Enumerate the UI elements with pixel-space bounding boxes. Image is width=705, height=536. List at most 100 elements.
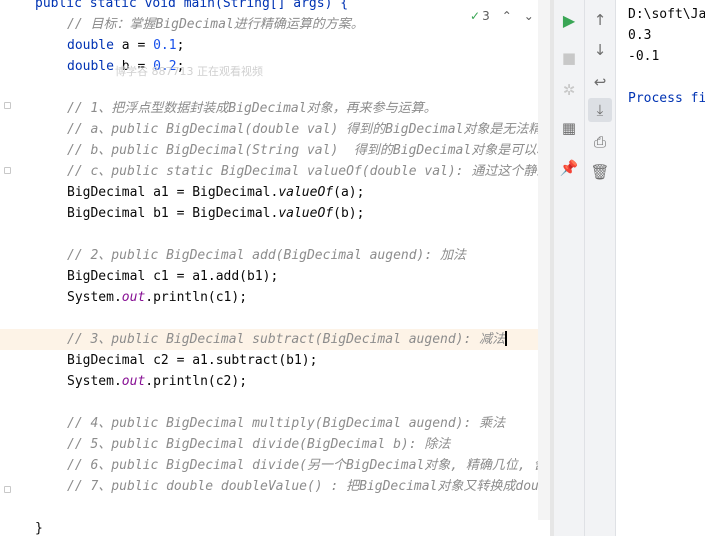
code-token: ; <box>176 38 185 53</box>
code-text: public static void main(String[] args) { <box>35 0 348 14</box>
code-comment: // c、public static BigDecimal valueOf(do… <box>67 164 550 179</box>
console-toolbar: ↑ ↓ ↩ ⤓ ⎙ 🗑 <box>585 0 616 536</box>
code-text: System.out.println(c2); <box>67 371 247 392</box>
code-token: BigDecimal c2 = a1.subtract(b1); <box>67 353 318 368</box>
code-line[interactable]: BigDecimal c2 = a1.subtract(b1); <box>0 350 550 371</box>
code-token: a = <box>113 38 154 53</box>
inspection-widget[interactable]: ✓ 3 ⌃ ⌄ <box>470 9 534 23</box>
trash-icon[interactable]: 🗑 <box>588 160 612 184</box>
code-line[interactable]: // 目标：掌握BigDecimal进行精确运算的方案。 <box>0 14 550 35</box>
code-token: BigDecimal b1 = BigDecimal. <box>67 206 279 221</box>
code-token: BigDecimal a1 = BigDecimal. <box>67 185 279 200</box>
down-arrow-icon[interactable]: ↓ <box>588 38 612 62</box>
code-line[interactable]: public static void main(String[] args) { <box>0 0 550 14</box>
chevron-down-icon[interactable]: ⌄ <box>524 9 534 23</box>
print-icon[interactable]: ⎙ <box>588 130 612 154</box>
code-text: // 4、public BigDecimal multiply(BigDecim… <box>67 413 505 434</box>
code-text: // 7、public double doubleValue() : 把BigD… <box>67 476 550 497</box>
static-field: out <box>121 290 146 305</box>
code-token: (a); <box>333 185 365 200</box>
code-token: .println(c1); <box>145 290 248 305</box>
scroll-to-end-icon[interactable]: ⤓ <box>588 98 612 122</box>
code-comment: // a、public BigDecimal(double val) 得到的Bi… <box>67 122 550 137</box>
code-text: // 2、public BigDecimal add(BigDecimal au… <box>67 245 466 266</box>
run-toolbar: ▶ ■ ✲ ▦ 📌 <box>554 0 585 536</box>
code-text: // 3、public BigDecimal subtract(BigDecim… <box>67 329 508 350</box>
static-method: valueOf <box>278 206 334 221</box>
code-line[interactable]: BigDecimal b1 = BigDecimal.valueOf(b); <box>0 203 550 224</box>
code-text: BigDecimal a1 = BigDecimal.valueOf(a); <box>67 182 364 203</box>
code-token: BigDecimal c1 = a1.add(b1); <box>67 269 279 284</box>
static-field: out <box>121 374 146 389</box>
code-line[interactable]: // 5、public BigDecimal divide(BigDecimal… <box>0 434 550 455</box>
code-line[interactable]: // 7、public double doubleValue() : 把BigD… <box>0 476 550 497</box>
code-line[interactable]: // a、public BigDecimal(double val) 得到的Bi… <box>0 119 550 140</box>
code-text: // 5、public BigDecimal divide(BigDecimal… <box>67 434 450 455</box>
console-line: -0.1 <box>628 49 660 64</box>
chevron-up-icon[interactable]: ⌃ <box>502 9 512 23</box>
code-line[interactable] <box>0 392 550 413</box>
pin-icon[interactable]: 📌 <box>557 156 581 180</box>
code-text: BigDecimal c2 = a1.subtract(b1); <box>67 350 317 371</box>
editor-scrollbar[interactable] <box>538 0 550 520</box>
code-text: // c、public static BigDecimal valueOf(do… <box>67 161 549 182</box>
code-text: double a = 0.1; <box>67 35 184 56</box>
code-text: // 目标：掌握BigDecimal进行精确运算的方案。 <box>67 14 364 35</box>
code-text: // 1、把浮点型数据封装成BigDecimal对象，再来参与运算。 <box>67 98 437 119</box>
console-line: 0.3 <box>628 28 652 43</box>
console-output[interactable]: D:\soft\Ja 0.3 -0.1 Process fi <box>616 0 705 536</box>
code-line[interactable]: // 3、public BigDecimal subtract(BigDecim… <box>0 329 550 350</box>
code-line[interactable]: BigDecimal a1 = BigDecimal.valueOf(a); <box>0 182 550 203</box>
code-text: System.out.println(c1); <box>67 287 247 308</box>
code-comment: // 6、public BigDecimal divide(另一个BigDeci… <box>67 458 550 473</box>
code-text: BigDecimal b1 = BigDecimal.valueOf(b); <box>67 203 364 224</box>
code-line[interactable]: double a = 0.1; <box>0 35 550 56</box>
code-text: // a、public BigDecimal(double val) 得到的Bi… <box>67 119 550 140</box>
code-token: System. <box>67 374 122 389</box>
debug-icon[interactable]: ✲ <box>557 78 581 102</box>
code-text: } <box>35 518 43 536</box>
console-line: Process fi <box>628 91 705 106</box>
code-line[interactable] <box>0 497 550 518</box>
code-line[interactable]: // b、public BigDecimal(String val) 得到的Bi… <box>0 140 550 161</box>
code-line[interactable]: // 6、public BigDecimal divide(另一个BigDeci… <box>0 455 550 476</box>
code-line[interactable]: // c、public static BigDecimal valueOf(do… <box>0 161 550 182</box>
code-text: // b、public BigDecimal(String val) 得到的Bi… <box>67 140 550 161</box>
inspection-count: 3 <box>482 9 490 23</box>
run-icon[interactable]: ▶ <box>557 8 581 32</box>
code-line[interactable]: double b = 0.2; <box>0 56 550 77</box>
type-keyword: double <box>67 59 114 74</box>
number-literal: 0.1 <box>153 38 177 53</box>
code-line[interactable]: BigDecimal c1 = a1.add(b1); <box>0 266 550 287</box>
viewer-overlay-text: 博学谷 887713 正在观看视频 <box>115 65 263 78</box>
code-line[interactable] <box>0 77 550 98</box>
code-comment: // 4、public BigDecimal multiply(BigDecim… <box>67 416 506 431</box>
code-editor[interactable]: public static void main(String[] args) {… <box>0 0 550 536</box>
layout-icon[interactable]: ▦ <box>557 116 581 140</box>
soft-wrap-icon[interactable]: ↩ <box>588 70 612 94</box>
code-comment: // 目标：掌握BigDecimal进行精确运算的方案。 <box>67 17 364 32</box>
check-icon: ✓ <box>470 9 481 23</box>
code-text: // 6、public BigDecimal divide(另一个BigDeci… <box>67 455 550 476</box>
code-text: BigDecimal c1 = a1.add(b1); <box>67 266 278 287</box>
code-line[interactable]: System.out.println(c1); <box>0 287 550 308</box>
text-caret <box>505 331 508 346</box>
code-comment: // b、public BigDecimal(String val) 得到的Bi… <box>67 143 550 158</box>
code-line[interactable]: System.out.println(c2); <box>0 371 550 392</box>
method-signature: public static void main(String[] args) { <box>35 0 349 11</box>
closing-brace: } <box>35 521 43 536</box>
code-line[interactable]: // 1、把浮点型数据封装成BigDecimal对象，再来参与运算。 <box>0 98 550 119</box>
code-line[interactable]: // 4、public BigDecimal multiply(BigDecim… <box>0 413 550 434</box>
console-line: D:\soft\Ja <box>628 7 705 22</box>
code-line[interactable]: } <box>0 518 550 536</box>
up-arrow-icon[interactable]: ↑ <box>588 8 612 32</box>
code-line[interactable] <box>0 308 550 329</box>
code-line[interactable]: // 2、public BigDecimal add(BigDecimal au… <box>0 245 550 266</box>
static-method: valueOf <box>278 185 334 200</box>
code-comment: // 5、public BigDecimal divide(BigDecimal… <box>67 437 451 452</box>
type-keyword: double <box>67 38 114 53</box>
stop-icon[interactable]: ■ <box>557 46 581 70</box>
code-comment: // 7、public double doubleValue() : 把BigD… <box>67 479 550 494</box>
code-token: System. <box>67 290 122 305</box>
code-line[interactable] <box>0 224 550 245</box>
